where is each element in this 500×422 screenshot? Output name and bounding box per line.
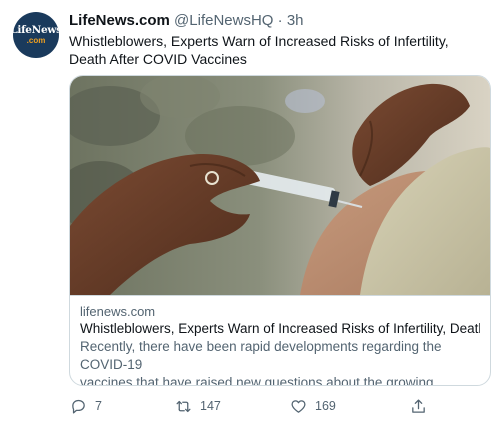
reply-icon [72,399,85,414]
like-button[interactable]: 169 [290,395,336,417]
share-icon [412,398,425,413]
share-button[interactable] [410,395,427,417]
separator-dot: · [277,12,283,29]
card-description-line-2: vaccines that have raised new questions … [80,375,434,386]
card-description-line-1: Recently, there have been rapid developm… [80,339,442,372]
avatar[interactable]: LifeNews .com [13,12,59,58]
heart-icon [291,399,306,413]
card-body[interactable]: lifenews.com Whistleblowers, Experts War… [70,295,490,385]
tweet-header: LifeNews.com @LifeNewsHQ · 3h [69,11,304,30]
card-domain: lifenews.com [80,304,156,319]
like-count: 169 [315,399,336,413]
retweet-icon [176,400,191,412]
avatar-logo-domain: .com [26,36,46,45]
tweet-timestamp[interactable]: 3h [287,12,304,29]
reply-button[interactable]: 7 [70,395,102,417]
retweet-count: 147 [200,399,221,413]
tweet[interactable]: LifeNews .com LifeNews.com @LifeNewsHQ ·… [0,0,500,422]
author-handle[interactable]: @LifeNewsHQ [174,12,273,29]
retweet-button[interactable]: 147 [175,395,221,417]
author-name[interactable]: LifeNews.com [69,12,170,29]
vaccine-injection-photo [70,76,490,295]
card-title: Whistleblowers, Experts Warn of Increase… [80,321,480,336]
reply-count: 7 [95,399,102,413]
tweet-actions: 7 147 169 [70,395,430,417]
link-card[interactable]: lifenews.com Whistleblowers, Experts War… [69,75,491,386]
tweet-text: Whistleblowers, Experts Warn of Increase… [69,33,449,67]
card-image[interactable] [70,76,490,295]
avatar-logo-text: LifeNews [13,24,59,36]
